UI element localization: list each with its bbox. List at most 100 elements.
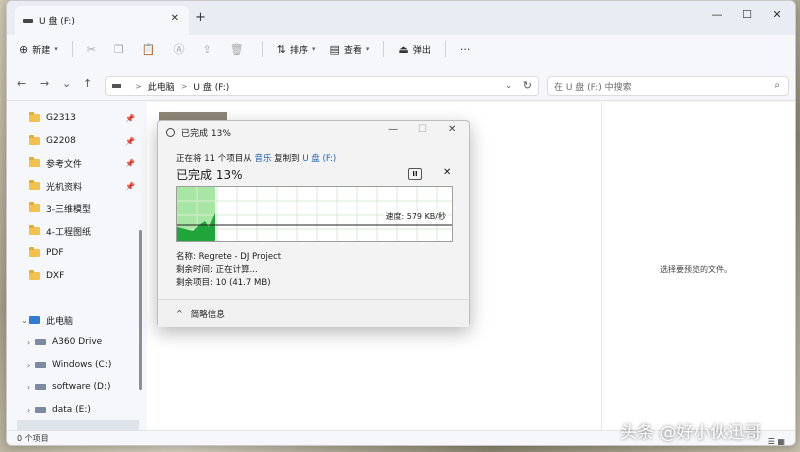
sidebar-item-3d-models[interactable]: 3-三维模型 [29, 198, 139, 218]
source-link[interactable]: 音乐 [254, 154, 271, 164]
pause-button[interactable]: II [408, 168, 422, 180]
view-button[interactable]: ▤ 查看 ▾ [329, 43, 369, 56]
search-placeholder: 在 U 盘 (F:) 中搜索 [554, 82, 632, 93]
windows-drive-icon [35, 362, 46, 368]
chevron-right-icon[interactable]: › [27, 361, 30, 370]
drive-icon [112, 84, 121, 88]
chevron-down-icon: ▾ [365, 45, 370, 53]
dialog-close-button[interactable]: ✕ [448, 124, 456, 135]
new-tab-button[interactable]: + [195, 10, 206, 25]
search-box[interactable]: 在 U 盘 (F:) 中搜索 ⌕ [547, 76, 789, 96]
sidebar-item-u-drive-partial[interactable] [17, 420, 139, 430]
copy-description: 正在将 11 个项目从 音乐 复制到 U 盘 (F:) [176, 152, 336, 164]
view-toggle-icons[interactable]: ☰ ▦ [768, 434, 785, 445]
clock-icon [166, 127, 175, 137]
sidebar-item-label: Windows (C:) [52, 360, 112, 370]
items-remaining: 剩余项目: 10 (41.7 MB) [176, 278, 271, 288]
sidebar-item-drive-e[interactable]: › data (E:) [27, 400, 145, 420]
drive-icon [35, 407, 46, 413]
delete-button[interactable]: 🗑 [230, 43, 248, 56]
forward-button[interactable]: → [40, 77, 49, 90]
address-bar[interactable]: > 此电脑 > U 盘 (F:) ⌄ ↻ [105, 76, 539, 96]
dialog-title: 已完成 13% [181, 128, 231, 139]
sidebar-item-label: 3-三维模型 [46, 204, 91, 215]
sidebar-item-dxf[interactable]: DXF [29, 266, 139, 286]
chevron-down-icon[interactable]: ⌄ [21, 316, 28, 325]
breadcrumb-chevron: > [180, 81, 188, 91]
close-window-button[interactable]: ✕ [764, 5, 790, 25]
back-button[interactable]: ← [17, 77, 26, 90]
recent-locations-button[interactable]: ⌄ [62, 77, 71, 90]
up-button[interactable]: ↑ [83, 77, 92, 90]
folder-icon [29, 135, 40, 145]
sidebar-item-label: 4-工程图纸 [46, 227, 91, 238]
sidebar-item-drawings[interactable]: 4-工程图纸 [29, 221, 139, 241]
divider [444, 41, 446, 57]
scissors-icon: ✂ [86, 42, 96, 56]
pin-icon: 📌 [125, 158, 135, 168]
sidebar-item-drive-d[interactable]: › software (D:) [27, 377, 145, 397]
dialog-minimize-button[interactable]: — [388, 124, 398, 135]
folder-icon [29, 225, 40, 235]
cloud-drive-icon [35, 339, 46, 345]
view-icon: ▤ [329, 42, 340, 56]
new-label: 新建 [32, 45, 51, 56]
close-tab-icon[interactable]: ✕ [171, 13, 179, 24]
chevron-right-icon[interactable]: › [27, 338, 30, 347]
chevron-right-icon[interactable]: › [27, 406, 30, 415]
clipboard-icon: 📋 [141, 42, 156, 56]
divider [383, 41, 385, 57]
navigation-pane: G2313 📌 G2208 📌 参考文件 📌 光机资料 📌 3-三维模型 4-工… [7, 102, 143, 430]
preview-pane: 选择要预览的文件。 [601, 102, 795, 430]
tab-bar: U 盘 (F:) ✕ + — ☐ ✕ [7, 1, 795, 35]
pin-icon: 📌 [125, 181, 135, 191]
minimize-button[interactable]: — [704, 5, 730, 25]
sidebar-item-optics[interactable]: 光机资料 📌 [29, 176, 139, 196]
maximize-button[interactable]: ☐ [734, 5, 760, 25]
sidebar-item-g2313[interactable]: G2313 📌 [29, 108, 139, 128]
eject-button[interactable]: ⏏ 弹出 [398, 43, 430, 56]
less-details-label: 简略信息 [190, 309, 225, 320]
sidebar-item-pdf[interactable]: PDF [29, 243, 139, 263]
less-details-toggle[interactable]: ^ 简略信息 [158, 299, 469, 327]
new-button[interactable]: ⊕ 新建 ▾ [19, 43, 58, 56]
sidebar-item-label: G2208 [46, 136, 76, 146]
copy-mid: 复制到 [274, 154, 300, 164]
item-count: 0 个项目 [17, 434, 49, 443]
tab-title: U 盘 (F:) [39, 17, 75, 27]
copy-button[interactable]: ❐ [114, 43, 128, 56]
search-icon: ⌕ [774, 80, 780, 91]
breadcrumb-chevron: > [135, 81, 142, 91]
refresh-icon[interactable]: ↻ [523, 79, 532, 92]
speed-graph: 速度: 579 KB/秒 [176, 186, 453, 242]
sidebar-item-label: 参考文件 [46, 159, 83, 170]
watermark-text: 头条 @好小伙迅哥 [620, 423, 762, 443]
paste-button[interactable]: 📋 [142, 43, 160, 56]
trash-icon: 🗑 [229, 42, 244, 56]
sidebar-item-this-pc[interactable]: ⌄ 此电脑 [21, 310, 139, 330]
destination-link[interactable]: U 盘 (F:) [302, 154, 336, 164]
rename-button[interactable]: Ⓐ [174, 41, 189, 57]
more-options-button[interactable]: ··· [460, 43, 475, 56]
breadcrumb-this-pc[interactable]: 此电脑 [148, 80, 175, 93]
cancel-button[interactable]: ✕ [443, 167, 451, 178]
chevron-right-icon[interactable]: › [27, 383, 30, 392]
sidebar-item-g2208[interactable]: G2208 📌 [29, 131, 139, 151]
dialog-maximize-button[interactable]: ☐ [418, 124, 427, 135]
divider [261, 41, 263, 57]
sidebar-item-drive-c[interactable]: › Windows (C:) [27, 355, 145, 375]
sidebar-scrollbar[interactable] [139, 230, 142, 390]
sidebar-item-a360[interactable]: › A360 Drive [27, 332, 145, 352]
tab-u-drive[interactable]: U 盘 (F:) ✕ [15, 6, 189, 35]
breadcrumb-u-drive[interactable]: U 盘 (F:) [193, 80, 229, 93]
sidebar-item-label: A360 Drive [52, 337, 103, 347]
sort-button[interactable]: ⇅ 排序 ▾ [277, 43, 316, 56]
folder-icon [29, 202, 40, 212]
sidebar-item-label: PDF [46, 248, 64, 258]
chevron-down-icon[interactable]: ⌄ [505, 81, 512, 90]
cut-button[interactable]: ✂ [87, 43, 100, 56]
share-button[interactable]: ⇪ [203, 43, 216, 56]
sidebar-item-reference[interactable]: 参考文件 📌 [29, 153, 139, 173]
eject-label: 弹出 [412, 45, 431, 56]
command-bar: ⊕ 新建 ▾ ✂ ❐ 📋 Ⓐ ⇪ 🗑 ⇅ 排序 ▾ ▤ 查看 ▾ ⏏ 弹出 ··… [7, 35, 795, 63]
